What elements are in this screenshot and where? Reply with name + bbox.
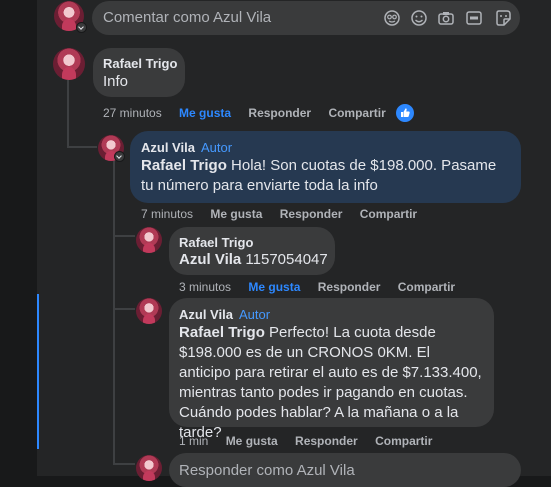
sticker-icon[interactable] <box>494 9 512 27</box>
comment-author[interactable]: Rafael Trigo <box>179 235 253 250</box>
comment-body: 1157054047 <box>245 251 328 268</box>
like-button[interactable]: Me gusta <box>248 280 300 294</box>
comment-bubble: Azul Vila Autor Rafael Trigo Perfecto! La… <box>169 298 494 441</box>
comment-bubble: Azul Vila Autor Rafael Trigo Hola! Son cu… <box>130 131 521 203</box>
thread-line <box>113 235 135 237</box>
reply-button[interactable]: Responder <box>295 434 358 448</box>
comment-time[interactable]: 1 min <box>179 434 208 448</box>
author-tag: Autor <box>238 307 271 322</box>
emoji-icon[interactable] <box>383 9 401 27</box>
thread-line <box>67 80 69 148</box>
share-button[interactable]: Compartir <box>375 434 432 448</box>
mention-link[interactable]: Rafael Trigo <box>179 324 265 341</box>
chevron-down-icon[interactable] <box>76 22 87 33</box>
share-button[interactable]: Compartir <box>360 207 417 221</box>
thread-line <box>67 146 97 148</box>
mention-link[interactable]: Rafael Trigo <box>141 157 227 174</box>
chevron-down-icon[interactable] <box>114 151 125 162</box>
comment-text: Rafael Trigo Perfecto! La cuota desde $1… <box>179 323 484 443</box>
reply-button[interactable]: Responder <box>248 106 311 120</box>
comment-author[interactable]: Azul Vila <box>141 140 195 155</box>
author-tag: Autor <box>200 140 233 155</box>
comment-bubble: Rafael Trigo Azul Vila 1157054047 <box>169 227 335 275</box>
like-button[interactable]: Me gusta <box>226 434 278 448</box>
like-button[interactable]: Me gusta <box>210 207 262 221</box>
comment-text: Info <box>103 73 129 90</box>
comment-time[interactable]: 7 minutos <box>141 207 193 221</box>
comment-text: Rafael Trigo Hola! Son cuotas de $198.00… <box>141 156 511 196</box>
reply-avatar[interactable] <box>136 455 162 481</box>
comment-author[interactable]: Rafael Trigo <box>103 56 177 71</box>
smile-icon[interactable] <box>410 9 428 27</box>
mention-link[interactable]: Azul Vila <box>179 251 241 268</box>
thread-line <box>113 308 135 310</box>
comment-input-placeholder: Comentar como Azul Vila <box>103 9 272 26</box>
comment-actions: 3 minutos Me gusta Responder Compartir <box>179 280 469 294</box>
gif-icon[interactable] <box>465 9 483 27</box>
camera-icon[interactable] <box>437 9 455 27</box>
like-button[interactable]: Me gusta <box>179 106 231 120</box>
comment-time[interactable]: 27 minutos <box>103 106 162 120</box>
avatar[interactable] <box>53 48 85 80</box>
reply-button[interactable]: Responder <box>280 207 343 221</box>
share-button[interactable]: Compartir <box>328 106 385 120</box>
comment-bubble: Rafael Trigo Info <box>93 48 185 97</box>
reply-button[interactable]: Responder <box>318 280 381 294</box>
comment-actions: 7 minutos Me gusta Responder Compartir <box>141 207 431 221</box>
comment-actions: 1 min Me gusta Responder Compartir <box>179 434 446 448</box>
comment-text: Azul Vila 1157054047 <box>179 250 328 270</box>
avatar[interactable] <box>136 298 162 324</box>
focus-indicator <box>37 294 39 449</box>
thread-line <box>113 160 115 465</box>
reply-input-placeholder: Responder como Azul Vila <box>179 462 355 479</box>
share-button[interactable]: Compartir <box>398 280 455 294</box>
comment-actions: 27 minutos Me gusta Responder Compartir <box>103 106 400 120</box>
avatar[interactable] <box>136 227 162 253</box>
comment-body: Perfecto! La cuota desde $198.000 es de … <box>179 324 482 441</box>
thread-line <box>113 463 135 465</box>
comment-author[interactable]: Azul Vila <box>179 307 233 322</box>
like-reaction-icon[interactable] <box>394 102 416 124</box>
comment-time[interactable]: 3 minutos <box>179 280 231 294</box>
